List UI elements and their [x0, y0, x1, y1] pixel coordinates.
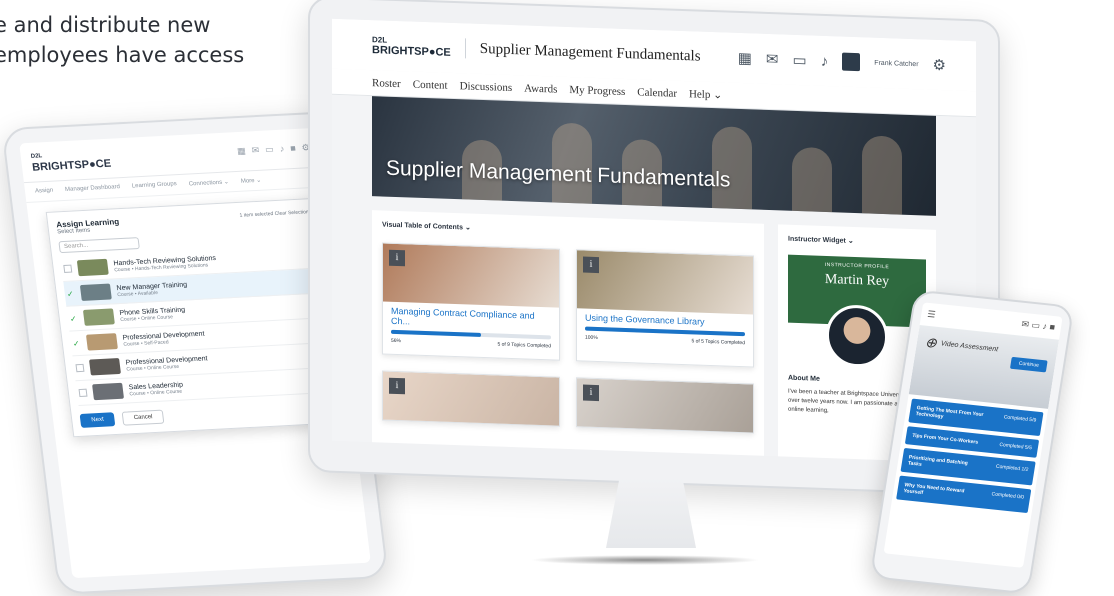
module-status: Completed 1/2	[995, 463, 1029, 473]
grid-icon[interactable]: ▦	[236, 146, 246, 157]
nav-help[interactable]: Help ⌄	[689, 87, 722, 101]
course-thumbnail	[85, 333, 118, 351]
divider	[464, 38, 466, 59]
gear-icon[interactable]: ⚙	[933, 56, 946, 74]
assessment-header: ⊕ Video Assessment Continue	[908, 325, 1060, 409]
checkbox[interactable]	[78, 388, 88, 398]
content-card[interactable]: i Using the Governance Library 100% 5 of …	[576, 249, 754, 368]
nav-content[interactable]: Content	[413, 78, 448, 91]
monitor-stand	[606, 478, 696, 548]
brightspace-logo[interactable]: D2L BRIGHTSP●CE	[372, 34, 451, 59]
avatar[interactable]: ■	[290, 143, 297, 154]
nav-discussions[interactable]: Discussions	[460, 80, 513, 94]
chat-icon[interactable]: ▭	[793, 51, 807, 69]
card-topics: 5 of 5 Topics Completed	[691, 338, 745, 347]
avatar[interactable]: ■	[1049, 322, 1056, 332]
assign-learning-dialog: Assign Learning Select Items 1 item sele…	[45, 197, 344, 438]
copy-line-2: employees have access	[0, 43, 245, 67]
course-banner: Supplier Management Fundamentals	[372, 96, 936, 216]
card-percent: 56%	[391, 337, 402, 345]
profile-label: INSTRUCTOR PROFILE	[824, 261, 890, 271]
visual-table-of-contents: Visual Table of Contents ⌄ i Managing Co…	[372, 210, 764, 464]
desktop-screen: D2L BRIGHTSP●CE Supplier Management Funda…	[332, 18, 976, 464]
next-button[interactable]: Next	[79, 412, 116, 428]
assessment-title: Video Assessment	[940, 340, 999, 354]
cancel-button[interactable]: Cancel	[121, 409, 165, 426]
mail-icon[interactable]: ✉	[1021, 319, 1030, 330]
monitor-base-shadow	[530, 555, 760, 565]
course-thumbnail	[89, 357, 121, 376]
instructor-name: Martin Rey	[824, 271, 890, 290]
vtoc-title[interactable]: Visual Table of Contents ⌄	[382, 221, 754, 242]
bell-icon[interactable]: ♪	[821, 52, 829, 69]
nav-item[interactable]: More ⌄	[240, 177, 262, 185]
content-card[interactable]: i	[382, 370, 560, 427]
course-thumbnail	[82, 308, 115, 326]
brightspace-logo: D2L BRIGHTSP●CE	[30, 152, 112, 174]
content-card[interactable]: i Managing Contract Compliance and Ch...…	[382, 242, 560, 361]
content-card[interactable]: i	[576, 377, 754, 434]
card-image: i	[577, 250, 753, 315]
module-status: Completed 5/9	[1003, 414, 1037, 424]
card-topics: 5 of 9 Topics Completed	[497, 341, 551, 350]
course-thumbnail	[92, 382, 125, 401]
continue-button[interactable]: Continue	[1009, 356, 1048, 373]
info-icon[interactable]: i	[389, 249, 405, 267]
phone-screen: ☰ ✉ ▭ ♪ ■ ⊕ Video Assessment Continue Ge…	[883, 302, 1063, 568]
nav-calendar[interactable]: Calendar	[637, 86, 677, 99]
chat-icon[interactable]: ▭	[265, 144, 275, 155]
mail-icon[interactable]: ✉	[251, 145, 260, 156]
nav-item[interactable]: Assign	[35, 188, 54, 196]
bell-icon[interactable]: ♪	[279, 144, 285, 155]
course-thumbnail	[79, 283, 112, 301]
module-title: Prioritizing and Batching Tasks	[907, 454, 969, 468]
module-title: Why You Need to Reward Yourself	[903, 482, 965, 497]
copy-line-1: e and distribute new	[0, 13, 211, 37]
check-icon[interactable]: ✓	[72, 339, 81, 348]
info-icon[interactable]: i	[583, 384, 599, 402]
card-image: i	[383, 371, 559, 427]
nav-my-progress[interactable]: My Progress	[569, 84, 625, 98]
course-title[interactable]: Supplier Management Fundamentals	[480, 40, 701, 65]
module-title: Tips From Your Co-Workers	[911, 432, 979, 446]
info-icon[interactable]: i	[389, 377, 405, 395]
back-icon[interactable]: ‹	[902, 564, 906, 568]
nav-item[interactable]: Manager Dashboard	[65, 184, 121, 194]
bell-icon[interactable]: ♪	[1042, 321, 1048, 331]
card-percent: 100%	[585, 334, 598, 342]
nav-awards[interactable]: Awards	[524, 82, 557, 95]
checkbox[interactable]	[75, 363, 85, 373]
menu-icon[interactable]: ☰	[927, 309, 937, 321]
check-icon[interactable]: ✓	[69, 314, 78, 323]
card-image: i	[577, 378, 753, 434]
user-name[interactable]: Frank Catcher	[874, 59, 918, 68]
marketing-copy: e and distribute new employees have acce…	[0, 10, 244, 70]
avatar[interactable]	[842, 52, 861, 72]
chat-icon[interactable]: ▭	[1031, 320, 1041, 331]
module-status: Completed 0/0	[991, 491, 1025, 501]
nav-item[interactable]: Learning Groups	[132, 181, 178, 190]
course-thumbnail	[76, 258, 109, 277]
globe-icon: ⊕	[923, 333, 939, 351]
mail-icon[interactable]: ✉	[766, 50, 779, 68]
module-title: Getting The Most From Your Technology	[915, 405, 984, 420]
nav-item[interactable]: Connections ⌄	[188, 178, 229, 187]
module-status: Completed 5/5	[998, 441, 1033, 452]
grid-icon[interactable]: ▦	[738, 49, 752, 67]
check-icon[interactable]: ✓	[66, 289, 75, 298]
nav-roster[interactable]: Roster	[372, 77, 401, 90]
card-image: i	[383, 243, 559, 308]
search-input[interactable]: Search...	[58, 237, 140, 254]
info-icon[interactable]: i	[583, 256, 599, 274]
widget-title[interactable]: Instructor Widget ⌄	[788, 235, 926, 248]
checkbox[interactable]	[63, 264, 73, 273]
